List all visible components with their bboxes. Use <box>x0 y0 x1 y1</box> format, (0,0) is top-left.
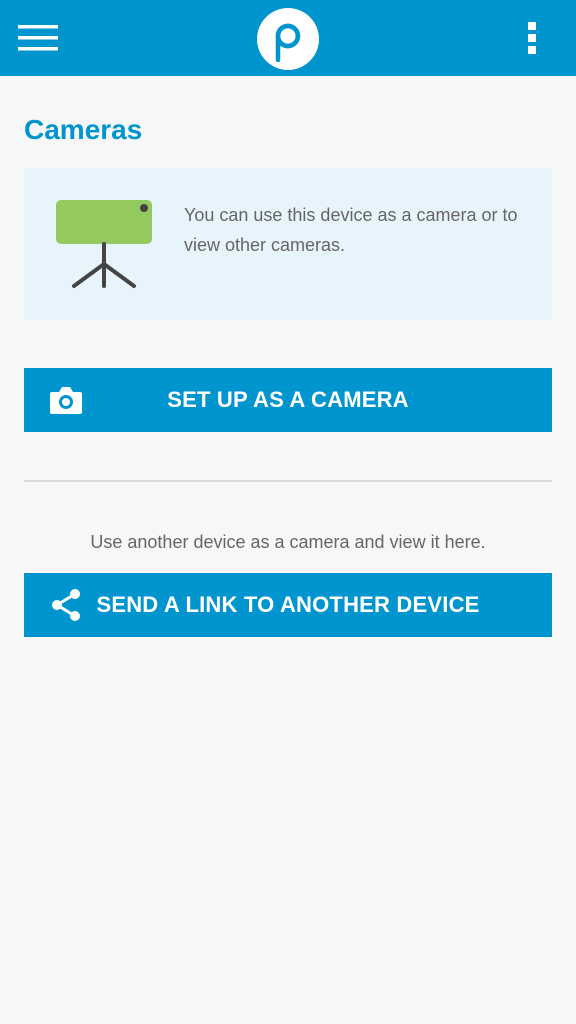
menu-button[interactable] <box>12 16 64 60</box>
hint-text: Use another device as a camera and view … <box>90 532 486 552</box>
set-up-as-camera-label: SET UP AS A CAMERA <box>167 387 409 412</box>
camera-icon <box>48 382 84 418</box>
page-title: Cameras <box>24 114 143 145</box>
info-card: You can use this device as a camera or t… <box>24 168 552 320</box>
send-link-label: SEND A LINK TO ANOTHER DEVICE <box>96 592 480 617</box>
app-bar <box>0 0 576 76</box>
camera-on-tripod-icon <box>56 200 152 288</box>
share-icon <box>48 587 84 623</box>
hamburger-menu-icon <box>18 25 58 51</box>
more-vertical-icon <box>528 22 536 54</box>
set-up-as-camera-button[interactable]: SET UP AS A CAMERA <box>24 368 552 432</box>
overflow-menu-button[interactable] <box>510 14 554 62</box>
divider <box>24 480 552 482</box>
app-logo <box>257 8 319 70</box>
send-link-button[interactable]: SEND A LINK TO ANOTHER DEVICE <box>24 573 552 637</box>
info-text: You can use this device as a camera or t… <box>184 205 518 255</box>
logo-p-icon <box>275 23 301 62</box>
